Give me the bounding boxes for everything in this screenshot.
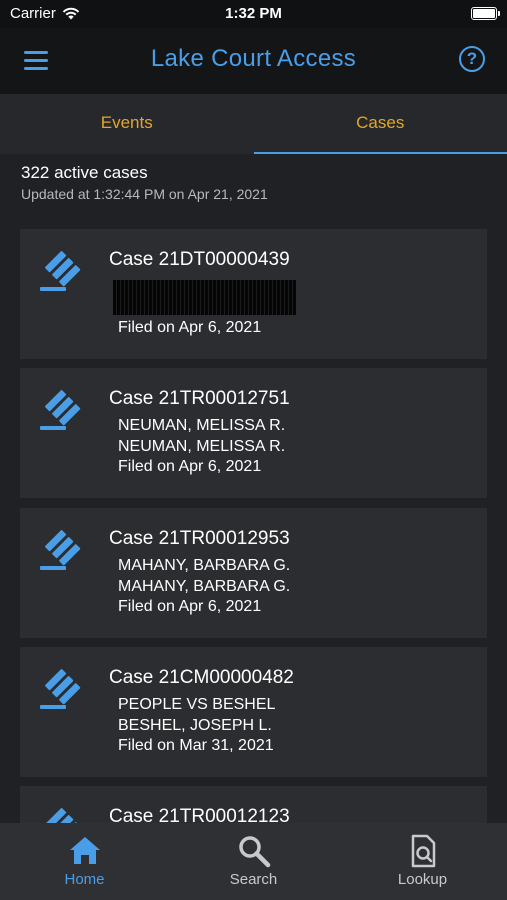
document-search-icon	[411, 834, 435, 868]
case-number: Case 21TR00012751	[109, 388, 290, 409]
filed-date: Filed on Mar 31, 2021	[118, 737, 274, 754]
help-circle-icon[interactable]: ?	[459, 46, 485, 72]
party-name: PEOPLE VS BESHEL	[118, 696, 276, 713]
search-icon	[238, 836, 270, 868]
case-list[interactable]: Case 21DT00000439 Filed on Apr 6, 2021 C…	[0, 229, 507, 823]
gavel-icon	[45, 808, 81, 823]
help-glyph: ?	[466, 49, 478, 68]
nav-lookup-label: Lookup	[397, 871, 448, 888]
status-time: 1:32 PM	[225, 5, 282, 22]
gavel-icon	[40, 390, 81, 430]
nav-lookup[interactable]: Lookup	[338, 823, 507, 900]
tab-cases[interactable]: Cases	[253, 94, 507, 154]
status-bar: Carrier 1:32 PM	[0, 0, 507, 28]
bottom-nav: Home Search Lookup	[0, 823, 507, 900]
cases-summary: 322 active cases Updated at 1:32:44 PM o…	[21, 163, 268, 202]
case-card[interactable]: Case 21TR00012751 NEUMAN, MELISSA R. NEU…	[20, 368, 487, 498]
filed-date: Filed on Apr 6, 2021	[118, 598, 262, 615]
gavel-icon	[40, 530, 81, 570]
tab-bar: Events Cases	[0, 94, 507, 154]
updated-timestamp: Updated at 1:32:44 PM on Apr 21, 2021	[21, 186, 268, 202]
case-number: Case 21TR00012953	[109, 528, 290, 549]
case-number: Case 21CM00000482	[109, 667, 294, 688]
nav-search-label: Search	[229, 871, 278, 888]
case-card[interactable]: Case 21DT00000439 Filed on Apr 6, 2021	[20, 229, 487, 359]
home-icon	[69, 837, 100, 864]
battery-icon	[471, 7, 500, 20]
party-name: NEUMAN, MELISSA R.	[118, 438, 286, 455]
tab-events[interactable]: Events	[0, 94, 254, 154]
nav-home[interactable]: Home	[0, 823, 169, 900]
nav-search[interactable]: Search	[169, 823, 338, 900]
party-name: NEUMAN, MELISSA R.	[118, 417, 286, 434]
case-number: Case 21DT00000439	[109, 249, 290, 270]
redacted-party-names	[113, 280, 296, 315]
case-card[interactable]: Case 21CM00000482 PEOPLE VS BESHEL BESHE…	[20, 647, 487, 777]
app-title: Lake Court Access	[150, 45, 357, 72]
gavel-icon	[40, 251, 81, 291]
case-card[interactable]: Case 21TR00012953 MAHANY, BARBARA G. MAH…	[20, 508, 487, 638]
nav-home-label: Home	[64, 871, 105, 888]
party-name: MAHANY, BARBARA G.	[118, 578, 291, 595]
party-name: MAHANY, BARBARA G.	[118, 557, 291, 574]
case-number: Case 21TR00012123	[109, 806, 290, 823]
active-cases-count: 322 active cases	[21, 163, 148, 182]
filed-date: Filed on Apr 6, 2021	[118, 319, 262, 336]
app-header: Lake Court Access ?	[0, 28, 507, 94]
gavel-icon	[40, 669, 81, 709]
party-name: BESHEL, JOSEPH L.	[118, 717, 272, 734]
case-card[interactable]: Case 21TR00012123	[20, 786, 487, 823]
filed-date: Filed on Apr 6, 2021	[118, 458, 262, 475]
